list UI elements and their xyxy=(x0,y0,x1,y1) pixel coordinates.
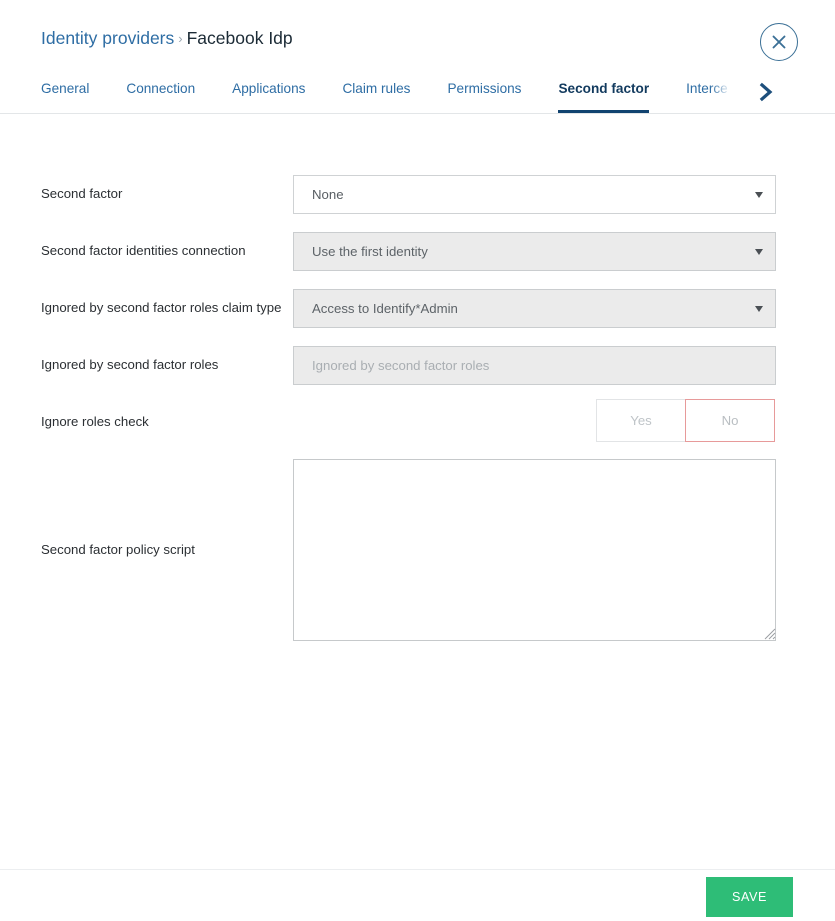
label-ignored-by-second-factor-roles: Ignored by second factor roles xyxy=(41,357,219,372)
label-ignored-roles-claim-type: Ignored by second factor roles claim typ… xyxy=(41,300,282,315)
select-second-factor-identities-connection[interactable]: Use the first identity xyxy=(293,232,776,271)
identity-provider-panel: Identity providers › Facebook Idp General … xyxy=(0,0,835,921)
label-second-factor-identities-connection: Second factor identities connection xyxy=(41,243,246,258)
tab-bar: General Connection Applications Claim ru… xyxy=(0,77,835,114)
chevron-right-icon[interactable] xyxy=(753,77,779,107)
select-second-factor[interactable]: None xyxy=(293,175,776,214)
close-circle-icon[interactable] xyxy=(760,23,798,61)
panel-header: Identity providers › Facebook Idp xyxy=(0,0,835,77)
toggle-option-yes[interactable]: Yes xyxy=(596,399,686,442)
toggle-option-no[interactable]: No xyxy=(685,399,775,442)
tab-claim-rules[interactable]: Claim rules xyxy=(342,77,410,113)
chevron-down-icon xyxy=(755,191,763,198)
label-ignore-roles-check: Ignore roles check xyxy=(41,414,149,429)
select-second-factor-identities-connection-value: Use the first identity xyxy=(312,244,428,259)
save-button[interactable]: SAVE xyxy=(706,877,793,917)
label-second-factor: Second factor xyxy=(41,186,123,201)
tab-interceptors[interactable]: Interce xyxy=(686,77,728,113)
tab-list: General Connection Applications Claim ru… xyxy=(41,77,765,113)
tab-permissions[interactable]: Permissions xyxy=(447,77,521,113)
select-second-factor-value: None xyxy=(312,187,344,202)
select-ignored-roles-claim-type[interactable]: Access to Identify*Admin xyxy=(293,289,776,328)
panel-footer: SAVE xyxy=(0,869,835,921)
tab-connection[interactable]: Connection xyxy=(126,77,195,113)
select-ignored-roles-claim-type-value: Access to Identify*Admin xyxy=(312,301,458,316)
breadcrumb-link-identity-providers[interactable]: Identity providers xyxy=(41,28,174,48)
chevron-down-icon xyxy=(755,305,763,312)
tab-general[interactable]: General xyxy=(41,77,89,113)
tab-applications[interactable]: Applications xyxy=(232,77,305,113)
toggle-ignore-roles-check: Yes No xyxy=(596,399,775,442)
label-second-factor-policy-script: Second factor policy script xyxy=(41,542,195,557)
textarea-second-factor-policy-script[interactable] xyxy=(293,459,776,641)
breadcrumb-separator-icon: › xyxy=(178,31,183,46)
chevron-down-icon xyxy=(755,248,763,255)
input-ignored-by-second-factor-roles-placeholder: Ignored by second factor roles xyxy=(312,358,490,373)
breadcrumb: Identity providers › Facebook Idp xyxy=(41,27,293,50)
form-body: Second factor None Second factor identit… xyxy=(0,114,835,869)
tab-second-factor[interactable]: Second factor xyxy=(558,77,650,113)
breadcrumb-current-page: Facebook Idp xyxy=(186,28,293,48)
input-ignored-by-second-factor-roles[interactable]: Ignored by second factor roles xyxy=(293,346,776,385)
